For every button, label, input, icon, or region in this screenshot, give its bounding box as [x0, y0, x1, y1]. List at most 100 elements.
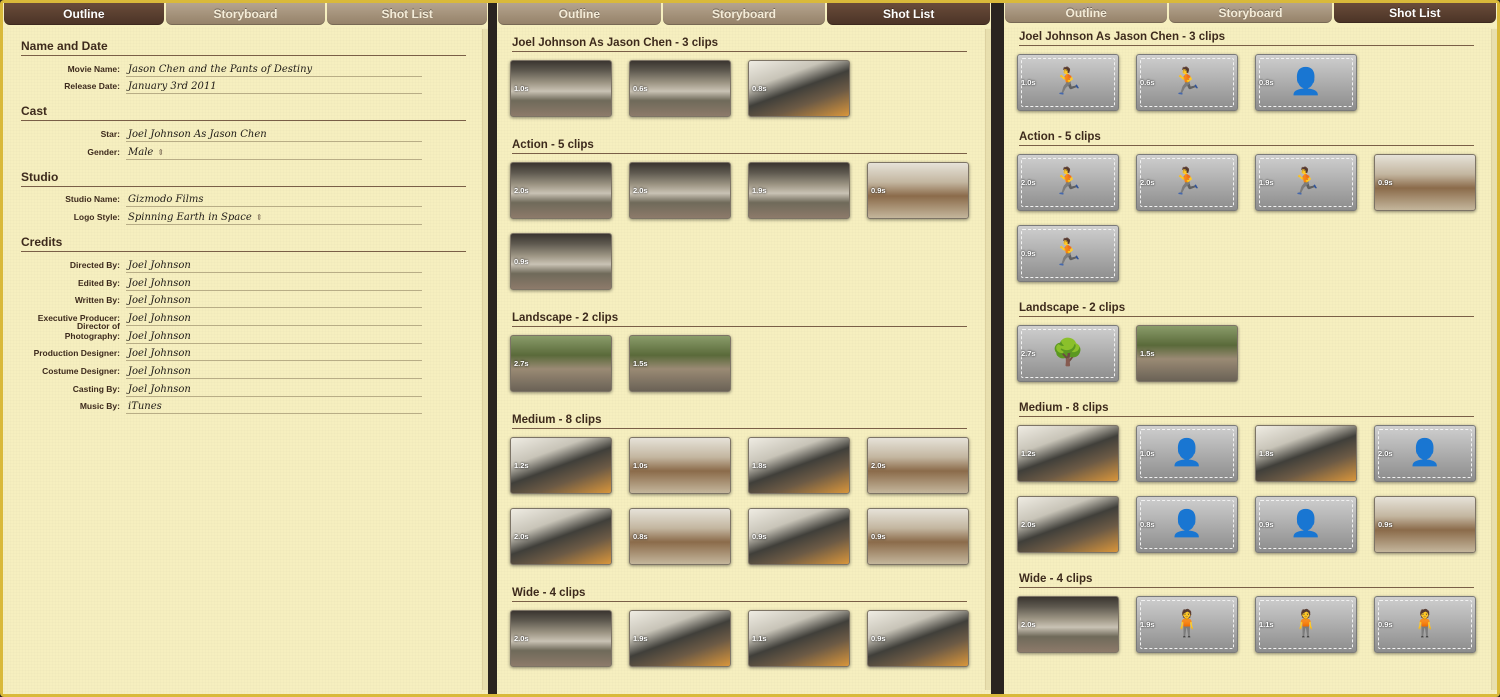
placeholder-clip[interactable]: 🌳 2.7s [1017, 325, 1119, 382]
storyboard-panel: Outline Storyboard Shot List Joel Johnso… [497, 3, 991, 694]
field-value-text: iTunes [128, 401, 162, 413]
clip-duration: 2.0s [1140, 178, 1155, 187]
form-row: Release Date: January 3rd 2011 [21, 77, 478, 95]
field-value[interactable]: Gizmodo Films [126, 194, 422, 208]
video-clip[interactable]: 1.0s [510, 60, 612, 117]
placeholder-clip[interactable]: 🧍 1.9s [1136, 596, 1238, 653]
placeholder-clip[interactable]: 👤 0.9s [1255, 496, 1357, 553]
tab-storyboard[interactable]: Storyboard [662, 3, 826, 25]
field-value[interactable]: Joel Johnson [126, 331, 422, 344]
video-clip[interactable]: 0.9s [1374, 154, 1476, 211]
placeholder-clip[interactable]: 👤 2.0s [1374, 425, 1476, 482]
field-value[interactable]: Joel Johnson [126, 295, 422, 309]
video-clip[interactable]: 1.5s [629, 335, 731, 392]
scrollbar[interactable] [1491, 29, 1497, 690]
section-title: Name and Date [21, 39, 466, 56]
placeholder-clip[interactable]: 👤 0.8s [1136, 496, 1238, 553]
placeholder-clip[interactable]: 🏃 0.9s [1017, 225, 1119, 282]
video-clip[interactable]: 2.0s [510, 610, 612, 667]
placeholder-clip[interactable]: 🧍 0.9s [1374, 596, 1476, 653]
video-clip[interactable]: 2.0s [510, 508, 612, 565]
clip-row: 🌳 2.7s 1.5s [1017, 325, 1497, 396]
video-clip[interactable]: 0.8s [748, 60, 850, 117]
form-row: Director of Photography: Joel Johnson [21, 321, 478, 344]
field-label: Music By: [79, 401, 120, 412]
field-value[interactable]: Joel Johnson As Jason Chen [126, 129, 422, 143]
video-clip[interactable]: 0.9s [867, 162, 969, 219]
video-clip[interactable]: 0.9s [867, 610, 969, 667]
video-clip[interactable]: 1.8s [1255, 425, 1357, 482]
field-value[interactable]: Joel Johnson [126, 278, 422, 291]
video-clip[interactable]: 0.9s [748, 508, 850, 565]
clip-duration: 2.0s [871, 461, 886, 470]
clip-row: 2.7s 1.5s [510, 335, 991, 406]
video-clip[interactable]: 2.0s [1017, 596, 1119, 653]
outline-form: Name and Date Movie Name: Jason Chen and t… [3, 29, 478, 415]
field-value[interactable]: Jason Chen and the Pants of Destiny [126, 64, 422, 77]
placeholder-clip[interactable]: 🏃 1.9s [1255, 154, 1357, 211]
video-clip[interactable]: 2.0s [510, 162, 612, 219]
video-clip[interactable]: 1.9s [748, 162, 850, 219]
stepper-icon[interactable]: ⇕ [256, 213, 263, 222]
tab-bar: Outline Storyboard Shot List [3, 3, 488, 27]
tab-shot-list[interactable]: Shot List [827, 3, 991, 25]
tab-storyboard[interactable]: Storyboard [1169, 3, 1332, 23]
clip-duration: 1.5s [633, 359, 648, 368]
tab-bar: Outline Storyboard Shot List [1004, 3, 1497, 27]
tab-outline[interactable]: Outline [4, 3, 164, 25]
field-value[interactable]: iTunes [126, 401, 422, 415]
video-clip[interactable]: 1.8s [748, 437, 850, 494]
video-clip[interactable]: 2.0s [629, 162, 731, 219]
tab-shot-list[interactable]: Shot List [1333, 3, 1496, 23]
placeholder-clip[interactable]: 🏃 2.0s [1136, 154, 1238, 211]
field-value[interactable]: Joel Johnson [126, 348, 422, 362]
clip-duration: 2.0s [514, 634, 529, 643]
placeholder-clip[interactable]: 🏃 1.0s [1017, 54, 1119, 111]
field-value[interactable]: Joel Johnson [126, 260, 422, 273]
field-value[interactable]: Joel Johnson [126, 313, 422, 326]
video-clip[interactable]: 1.2s [510, 437, 612, 494]
field-value[interactable]: Spinning Earth in Space ⇕ [126, 212, 422, 226]
video-clip[interactable]: 2.0s [867, 437, 969, 494]
clip-duration: 0.9s [1259, 520, 1274, 529]
video-clip[interactable]: 1.5s [1136, 325, 1238, 382]
video-clip[interactable]: 2.0s [1017, 496, 1119, 553]
video-clip[interactable]: 0.9s [867, 508, 969, 565]
field-value-text: Jason Chen and the Pants of Destiny [128, 63, 313, 75]
video-clip[interactable]: 0.9s [510, 233, 612, 290]
field-value-text: Spinning Earth in Space [128, 212, 252, 224]
tab-storyboard[interactable]: Storyboard [165, 3, 326, 25]
field-label: Written By: [74, 295, 120, 306]
clip-row: 🏃 2.0s 🏃 2.0s 🏃 1.9s 0.9s 🏃 0.9s [1017, 154, 1497, 296]
video-clip[interactable]: 1.0s [629, 437, 731, 494]
field-value[interactable]: Joel Johnson [126, 366, 422, 379]
video-clip[interactable]: 1.9s [629, 610, 731, 667]
field-value-text: Joel Johnson [128, 277, 191, 289]
form-row: Logo Style: Spinning Earth in Space ⇕ [21, 207, 478, 226]
video-clip[interactable]: 2.7s [510, 335, 612, 392]
video-clip[interactable]: 1.2s [1017, 425, 1119, 482]
stepper-icon[interactable]: ⇕ [157, 148, 164, 157]
scrollbar[interactable] [985, 29, 991, 690]
placeholder-clip[interactable]: 👤 0.8s [1255, 54, 1357, 111]
tab-outline[interactable]: Outline [498, 3, 661, 25]
tab-shot-list[interactable]: Shot List [327, 3, 488, 25]
placeholder-clip[interactable]: 👤 1.0s [1136, 425, 1238, 482]
video-clip[interactable]: 0.6s [629, 60, 731, 117]
placeholder-clip[interactable]: 🏃 2.0s [1017, 154, 1119, 211]
scrollbar[interactable] [482, 29, 488, 690]
tab-outline[interactable]: Outline [1005, 3, 1168, 23]
clip-duration: 1.2s [1021, 449, 1036, 458]
video-clip[interactable]: 1.1s [748, 610, 850, 667]
placeholder-clip[interactable]: 🏃 0.6s [1136, 54, 1238, 111]
clip-duration: 0.9s [514, 257, 529, 266]
group-title: Medium - 8 clips [512, 414, 967, 429]
placeholder-clip[interactable]: 🧍 1.1s [1255, 596, 1357, 653]
field-value[interactable]: January 3rd 2011 [126, 81, 422, 95]
field-value[interactable]: Joel Johnson [126, 384, 422, 397]
video-clip[interactable]: 0.8s [629, 508, 731, 565]
clip-duration: 0.9s [1378, 620, 1393, 629]
field-value[interactable]: Male ⇕ [126, 147, 422, 160]
video-clip[interactable]: 0.9s [1374, 496, 1476, 553]
clip-duration: 2.0s [1378, 449, 1393, 458]
